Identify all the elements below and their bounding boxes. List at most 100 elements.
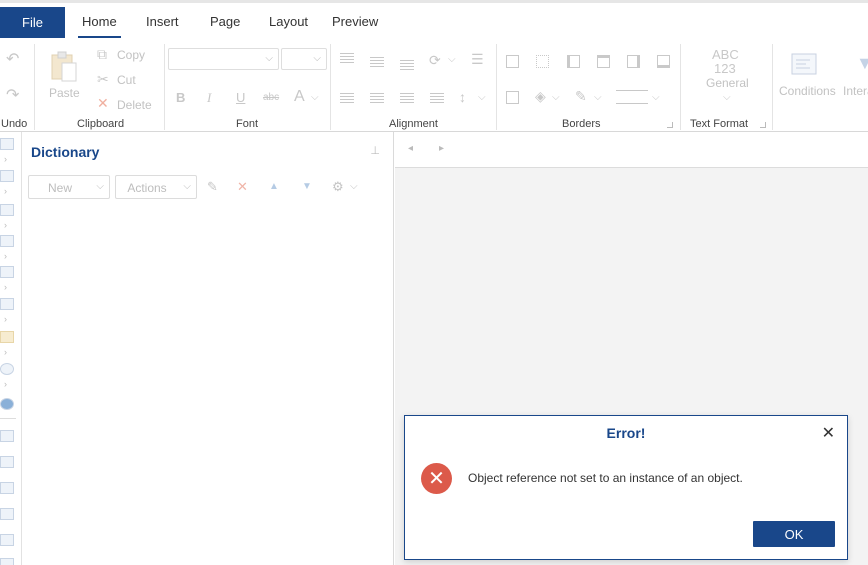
cut-icon[interactable]: ✂ <box>97 72 109 86</box>
align-left-icon[interactable] <box>340 93 354 103</box>
chevron-right-icon[interactable]: › <box>4 154 7 164</box>
align-justify-icon[interactable] <box>430 93 444 103</box>
chevron-right-icon[interactable]: ▸ <box>439 143 444 154</box>
delete-icon[interactable]: ✕ <box>97 96 109 110</box>
chevron-down-icon: ⌵ <box>723 92 731 103</box>
tab-home[interactable]: Home <box>78 14 121 38</box>
chevron-right-icon[interactable]: › <box>4 186 7 196</box>
shape-icon[interactable] <box>0 298 14 310</box>
header-band-icon[interactable] <box>0 170 14 182</box>
border-bottom-icon[interactable] <box>657 55 670 68</box>
panel-icon[interactable] <box>0 534 14 546</box>
chevron-right-icon[interactable]: › <box>4 251 7 261</box>
border-settings-icon[interactable] <box>506 91 519 104</box>
border-right-icon[interactable] <box>627 55 640 68</box>
gauge-icon[interactable] <box>0 363 14 375</box>
align-middle-icon[interactable] <box>370 57 384 67</box>
border-none-icon[interactable] <box>536 55 549 68</box>
cross-band-icon[interactable] <box>0 235 14 247</box>
chevron-down-icon[interactable]: ⌵ <box>552 93 560 103</box>
ok-button[interactable]: OK <box>753 521 835 547</box>
text-format-dialog-launcher-icon[interactable] <box>760 122 766 128</box>
chevron-down-icon: ⌵ <box>96 181 104 192</box>
text-icon[interactable] <box>0 430 14 442</box>
chevron-down-icon[interactable]: ⌵ <box>311 93 319 103</box>
cut-button[interactable]: Cut <box>117 73 136 87</box>
chevron-down-icon[interactable]: ⌵ <box>478 93 486 103</box>
chevron-left-icon[interactable]: ◂ <box>408 143 413 154</box>
fill-color-icon[interactable]: ◈ <box>535 89 546 103</box>
chevron-right-icon[interactable]: › <box>4 314 7 324</box>
align-center-icon[interactable] <box>370 93 384 103</box>
new-dropdown[interactable]: New ⌵ <box>28 175 110 199</box>
edit-icon[interactable]: ✎ <box>207 179 218 195</box>
tab-layout[interactable]: Layout <box>269 14 308 29</box>
rotate-text-icon[interactable]: ⟳ <box>429 53 441 67</box>
borders-dialog-launcher-icon[interactable] <box>667 122 673 128</box>
underline-icon[interactable]: U <box>236 91 245 104</box>
alignment-group-label: Alignment <box>389 118 438 130</box>
border-top-icon[interactable] <box>597 55 610 68</box>
align-right-icon[interactable] <box>400 93 414 103</box>
report-title-band-icon[interactable] <box>0 138 14 150</box>
delete-button[interactable]: Delete <box>117 98 152 112</box>
font-group-label: Font <box>236 118 259 130</box>
pin-icon[interactable]: ⊥ <box>370 144 380 157</box>
border-color-icon[interactable]: ✎ <box>575 89 587 103</box>
undo-group-label: Undo <box>1 118 28 130</box>
dictionary-panel: Dictionary ⊥ New ⌵ Actions ⌵ ✎ ✕ ▲ ▼ ⚙ ⌵ <box>22 132 394 565</box>
align-top-icon[interactable] <box>340 53 354 63</box>
chevron-right-icon[interactable]: › <box>4 347 7 357</box>
data-band-icon[interactable] <box>0 204 14 216</box>
chevron-down-icon[interactable]: ⌵ <box>594 93 602 103</box>
border-style-icon[interactable] <box>616 90 648 104</box>
image-icon[interactable] <box>0 482 14 494</box>
chevron-down-icon[interactable]: ⌵ <box>652 93 660 103</box>
redo-icon[interactable]: ↷ <box>6 88 19 104</box>
chevron-right-icon[interactable]: › <box>4 282 7 292</box>
word-wrap-icon[interactable]: ☰ <box>471 52 484 66</box>
font-family-select[interactable]: ⌵ <box>168 48 279 70</box>
map-icon[interactable] <box>0 398 14 410</box>
border-all-icon[interactable] <box>506 55 519 68</box>
error-message: Object reference not set to an instance … <box>468 471 743 485</box>
copy-button[interactable]: Copy <box>117 48 145 62</box>
checkbox-icon[interactable] <box>0 508 14 520</box>
bold-icon[interactable]: B <box>176 91 185 104</box>
text-format-group-label: Text Format <box>690 118 749 130</box>
rich-text-icon[interactable] <box>0 456 14 468</box>
close-icon[interactable]: ✕ <box>822 423 835 443</box>
delete-icon[interactable]: ✕ <box>237 179 248 195</box>
align-bottom-icon[interactable] <box>400 60 414 70</box>
tab-preview[interactable]: Preview <box>332 14 378 29</box>
dictionary-title: Dictionary <box>31 144 100 160</box>
undo-icon[interactable]: ↶ <box>6 52 19 68</box>
tab-page[interactable]: Page <box>210 14 240 29</box>
chart-icon[interactable] <box>0 331 14 343</box>
font-color-icon[interactable]: A <box>294 89 305 105</box>
actions-dropdown[interactable]: Actions ⌵ <box>115 175 197 199</box>
chevron-right-icon[interactable]: › <box>4 220 7 230</box>
chevron-down-icon: ⌵ <box>313 53 321 64</box>
component-toolbox: › › › › › › › › <box>0 132 22 565</box>
font-size-select[interactable]: ⌵ <box>281 48 327 70</box>
chevron-down-icon[interactable]: ⌵ <box>448 55 456 65</box>
move-down-icon[interactable]: ▼ <box>302 181 312 192</box>
move-up-icon[interactable]: ▲ <box>269 181 279 192</box>
barcode-icon[interactable] <box>0 266 14 278</box>
chevron-right-icon[interactable]: › <box>4 379 7 389</box>
error-dialog: Error! ✕ ✕ Object reference not set to a… <box>404 415 848 560</box>
file-tab-button[interactable]: File <box>0 7 65 38</box>
ribbon-tab-bar: File Home Insert Page Layout Preview <box>0 0 868 38</box>
tab-insert[interactable]: Insert <box>146 14 179 29</box>
gear-icon[interactable]: ⚙ <box>332 179 344 195</box>
chevron-down-icon[interactable]: ⌵ <box>350 181 358 192</box>
strikethrough-icon[interactable]: abc <box>263 93 279 103</box>
interaction-icon: ▼ <box>856 53 868 73</box>
conditions-icon <box>791 53 817 75</box>
border-left-icon[interactable] <box>567 55 580 68</box>
italic-icon[interactable]: I <box>207 91 211 104</box>
line-spacing-icon[interactable]: ↕ <box>459 90 466 104</box>
table-icon[interactable] <box>0 558 14 565</box>
copy-icon[interactable]: ⧉ <box>97 47 107 61</box>
